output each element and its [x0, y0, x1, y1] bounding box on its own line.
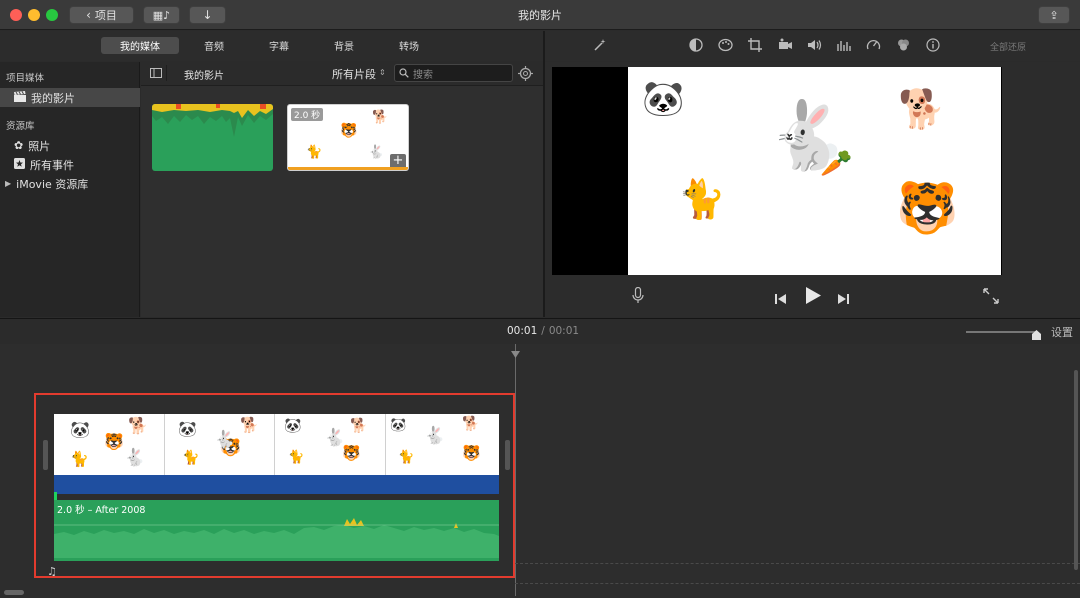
equalizer-icon[interactable] — [834, 36, 852, 54]
cat-image: 🐈 — [306, 145, 323, 160]
speed-gauge-icon[interactable] — [864, 36, 882, 54]
clip-filter-select[interactable]: 所有片段 ⇕ — [332, 66, 386, 82]
browser-settings-button[interactable] — [517, 65, 534, 82]
fullscreen-button[interactable] — [983, 288, 999, 304]
panda-image: 🐼 — [642, 79, 685, 119]
media-browser — [141, 62, 543, 317]
rabbit-image: 🐇 — [368, 145, 385, 160]
clip-filter-icon[interactable] — [894, 36, 912, 54]
volume-icon[interactable] — [805, 36, 823, 54]
timecode-display: 00:01 / 00:01 — [507, 325, 580, 337]
tab-audio[interactable]: 音频 — [190, 37, 238, 54]
microphone-icon — [632, 286, 644, 303]
sidebar-item-my-movie[interactable]: 我的影片 — [0, 88, 140, 107]
reset-all-button[interactable]: 全部还原 — [990, 40, 1026, 53]
used-range-bar — [288, 167, 408, 170]
vertical-scrollbar[interactable] — [1074, 370, 1078, 570]
clip-duration-badge: 2.0 秒 — [291, 108, 324, 121]
info-icon[interactable] — [924, 36, 942, 54]
photos-flower-icon: ✿ — [14, 139, 24, 152]
audio-clip-thumbnail[interactable] — [152, 104, 273, 171]
magic-wand-icon[interactable] — [591, 36, 609, 54]
tiger-cartoon-image: 🐯 — [896, 179, 959, 237]
shiba-dog-image: 🐕 — [898, 87, 946, 131]
tiger-image: 🐯 — [340, 123, 358, 139]
dog-image: 🐕 — [372, 110, 389, 125]
music-track-guide-lower — [515, 583, 1080, 584]
window-title: 我的影片 — [518, 9, 562, 22]
sidebar-section-libraries: 资源库 — [6, 121, 35, 132]
sidebar-item-all-events[interactable]: 所有事件 — [0, 155, 140, 174]
share-icon: ⇪ — [1049, 8, 1059, 22]
disclosure-triangle-icon[interactable]: ▶ — [5, 179, 11, 188]
search-icon — [399, 68, 409, 78]
browser-title: 我的影片 — [184, 71, 224, 82]
highlight-box — [34, 393, 515, 578]
video-clip-thumbnail[interactable]: 2.0 秒 🐈 🐯 🐇 🐕 + — [287, 104, 409, 171]
sidebar-toggle-icon — [149, 68, 162, 78]
skip-back-icon — [775, 294, 786, 304]
next-button[interactable] — [837, 290, 849, 304]
clapperboard-icon — [14, 90, 26, 105]
play-button[interactable] — [804, 286, 822, 305]
playhead-line[interactable] — [515, 344, 516, 596]
tab-my-media[interactable]: 我的媒体 — [101, 37, 179, 54]
voiceover-button[interactable] — [632, 286, 646, 305]
preview-frame: 🐼 🐇 🥕 🐕 🐈 🐯 — [628, 67, 1001, 275]
zoom-slider-track[interactable] — [966, 331, 1036, 333]
toggle-sidebar-button[interactable] — [145, 65, 167, 81]
zoom-slider-handle[interactable] — [1032, 325, 1041, 340]
tab-titles[interactable]: 字幕 — [255, 37, 303, 54]
skip-forward-icon — [838, 294, 849, 304]
carrot-image: 🥕 — [820, 149, 853, 179]
color-palette-icon[interactable] — [716, 36, 734, 54]
timeline-settings-button[interactable]: 设置 — [1051, 324, 1073, 340]
color-balance-icon[interactable] — [687, 36, 705, 54]
music-track-guide — [515, 563, 1080, 564]
audio-waveform-graphic — [152, 104, 273, 137]
expand-arrows-icon — [983, 288, 999, 304]
star-box-icon — [14, 157, 25, 172]
gear-icon — [518, 66, 533, 81]
play-icon — [806, 287, 821, 304]
tab-transitions[interactable]: 转场 — [385, 37, 433, 54]
tab-backgrounds[interactable]: 背景 — [320, 37, 368, 54]
sidebar-item-imovie-library[interactable]: ▶ iMovie 资源库 — [0, 174, 140, 193]
kitten-image: 🐈 — [678, 177, 726, 221]
stabilization-camera-icon[interactable] — [776, 36, 794, 54]
horizontal-scrollbar[interactable] — [4, 590, 24, 595]
crop-icon[interactable] — [746, 36, 764, 54]
updown-chevron-icon: ⇕ — [379, 68, 386, 77]
sidebar-section-project-media: 项目媒体 — [6, 73, 45, 84]
sidebar-item-photos[interactable]: ✿ 照片 — [0, 136, 140, 155]
share-button[interactable]: ⇪ — [1038, 6, 1070, 24]
playhead-marker[interactable] — [511, 343, 520, 358]
previous-button[interactable] — [775, 290, 787, 304]
search-field[interactable]: 搜索 — [394, 64, 513, 82]
